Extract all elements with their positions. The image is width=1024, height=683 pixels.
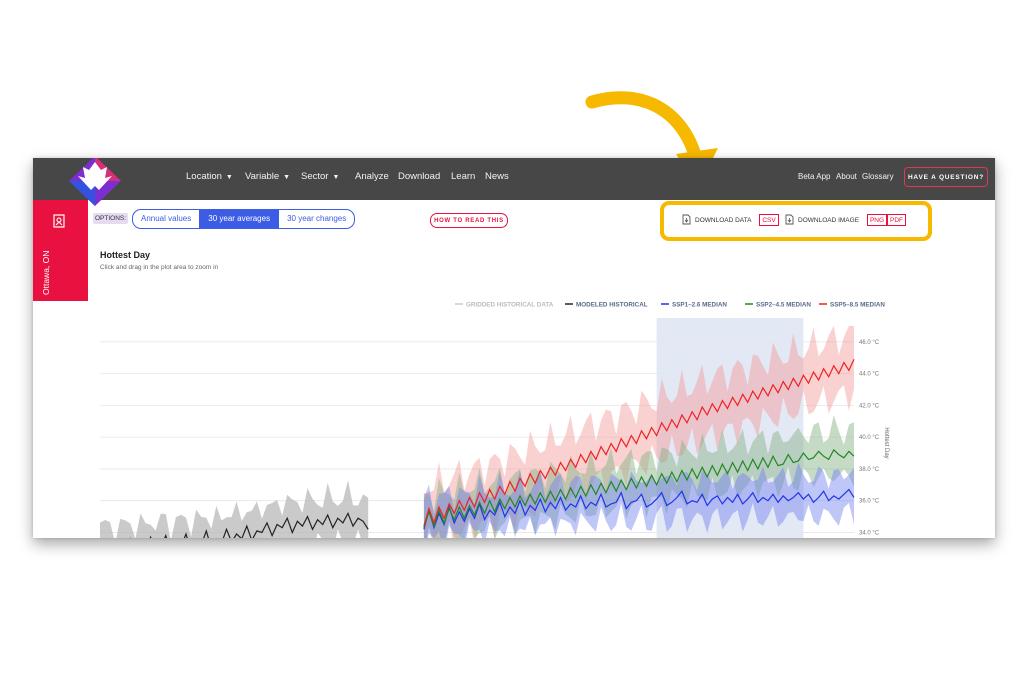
image-download-icon — [785, 214, 794, 225]
legend-item: SSP2–4.5 MEDIAN — [756, 302, 811, 309]
legend-item: SSP5–8.5 MEDIAN — [830, 302, 885, 309]
y-tick-label: 40.0 °C — [859, 435, 880, 441]
y-tick-label: 34.0 °C — [859, 530, 880, 536]
site-logo[interactable] — [63, 158, 127, 210]
y-tick-label: 44.0 °C — [859, 372, 880, 378]
chart-subtitle: Click and drag in the plot area to zoom … — [100, 264, 219, 271]
have-a-question-button[interactable]: HAVE A QUESTION? — [904, 167, 988, 187]
y-tick-label: 36.0 °C — [859, 499, 880, 505]
download-csv-button[interactable]: CSV — [759, 214, 779, 226]
app-window: Location ▼ Variable ▼ Sector ▼ Analyze Down… — [33, 158, 995, 538]
range-band-0 — [100, 480, 369, 538]
caret-down-icon: ▼ — [332, 174, 340, 181]
nav-sector[interactable]: Sector ▼ — [301, 171, 339, 182]
how-to-read-button[interactable]: HOW TO READ THIS — [430, 213, 508, 228]
option-30-year-changes[interactable]: 30 year changes — [278, 210, 354, 228]
location-name: Ottawa, ON — [41, 250, 51, 295]
nav-beta-app[interactable]: Beta App — [798, 172, 830, 181]
y-tick-label: 42.0 °C — [859, 403, 880, 409]
top-navbar: Location ▼ Variable ▼ Sector ▼ Analyze Down… — [33, 158, 995, 200]
options-label: OPTIONS: — [93, 213, 129, 224]
nav-location[interactable]: Location ▼ — [186, 171, 233, 182]
download-data-label: DOWNLOAD DATA — [695, 217, 752, 224]
option-annual-values[interactable]: Annual values — [133, 210, 199, 228]
download-panel: DOWNLOAD DATA CSV DOWNLOAD IMAGE PNG PDF — [660, 201, 932, 241]
time-range-toggle: Annual values 30 year averages 30 year c… — [132, 209, 356, 229]
download-image-label: DOWNLOAD IMAGE — [798, 217, 860, 224]
y-tick-label: 38.0 °C — [859, 467, 880, 473]
nav-download[interactable]: Download — [398, 171, 440, 182]
download-png-button[interactable]: PNG — [867, 214, 887, 226]
nav-about[interactable]: About — [836, 172, 857, 181]
option-30-year-averages[interactable]: 30 year averages — [199, 210, 279, 228]
download-pdf-button[interactable]: PDF — [887, 214, 906, 226]
legend-item: SSP1–2.6 MEDIAN — [672, 302, 727, 309]
legend-item: MODELED HISTORICAL — [576, 302, 648, 309]
chart-area[interactable]: 30.0 °C32.0 °C34.0 °C36.0 °C38.0 °C40.0 … — [33, 288, 995, 538]
caret-down-icon: ▼ — [225, 174, 233, 181]
chart-title: Hottest Day — [100, 250, 151, 260]
nav-glossary[interactable]: Glossary — [862, 172, 894, 181]
y-tick-label: 46.0 °C — [859, 340, 880, 346]
nav-learn[interactable]: Learn — [451, 171, 475, 182]
nav-analyze[interactable]: Analyze — [355, 171, 389, 182]
nav-news[interactable]: News — [485, 171, 509, 182]
file-download-icon — [682, 214, 691, 225]
nav-variable[interactable]: Variable ▼ — [245, 171, 290, 182]
caret-down-icon: ▼ — [283, 174, 291, 181]
map-pin-icon — [53, 214, 65, 228]
legend-item: GRIDDED HISTORICAL DATA — [466, 302, 554, 309]
location-tab[interactable]: Ottawa, ON — [33, 200, 88, 301]
y-axis-label: Hottest Day — [883, 427, 889, 458]
